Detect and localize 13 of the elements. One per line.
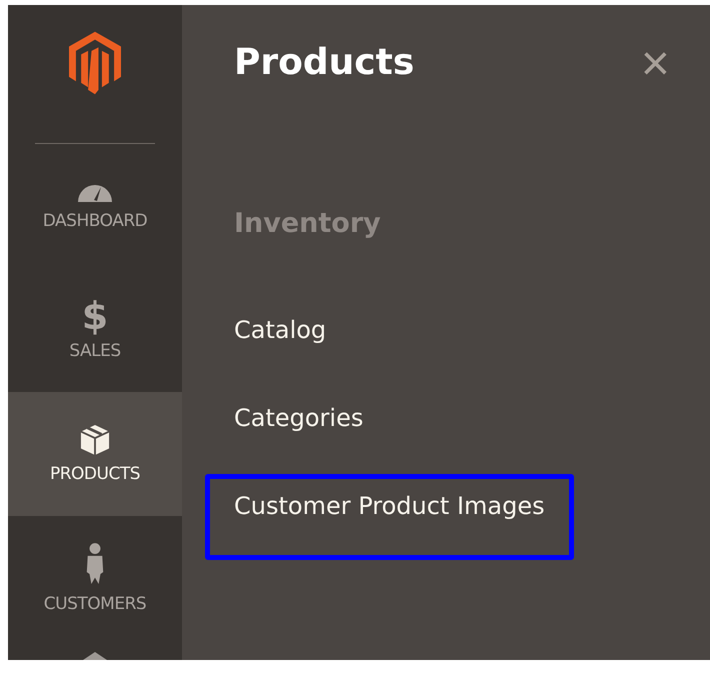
sidebar-item[interactable]: CUSTOMERS <box>8 516 182 640</box>
person-icon <box>85 542 105 586</box>
sidebar-item[interactable]: DASHBOARD <box>8 144 182 268</box>
sidebar-item[interactable]: $ SALES <box>8 268 182 392</box>
section-heading: Inventory <box>234 208 382 240</box>
sidebar-item[interactable]: PRODUCTS <box>8 392 182 516</box>
menu-link[interactable]: Customer Product Images <box>205 474 574 560</box>
panel-title: Products <box>234 42 414 83</box>
box-icon <box>80 424 110 456</box>
menu-link[interactable]: Categories <box>205 386 392 472</box>
close-button[interactable]: × <box>640 38 670 88</box>
dollar-icon: $ <box>82 299 108 333</box>
menu-link[interactable]: Catalog <box>205 298 356 384</box>
